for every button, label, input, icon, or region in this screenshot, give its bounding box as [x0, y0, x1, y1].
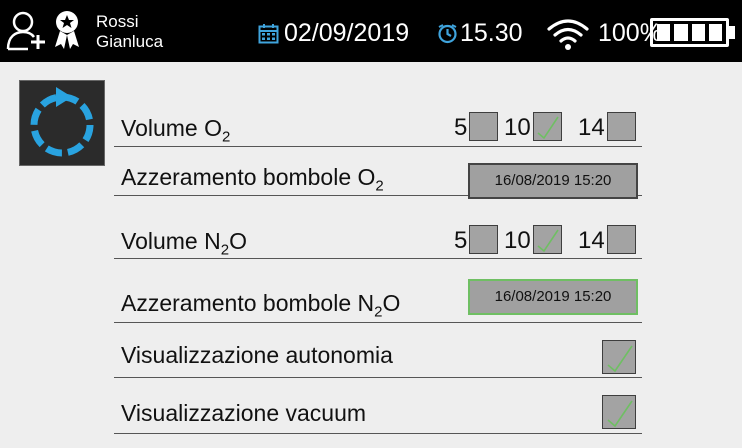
show-vacuum-row: Visualizzazione vacuum [114, 378, 642, 434]
clock-icon [438, 24, 457, 44]
battery-cap [729, 26, 735, 39]
wifi-icon [547, 19, 589, 50]
battery-icon [650, 18, 729, 47]
volume-o2-option-10-label: 10 [504, 114, 531, 141]
volume-o2-row: Volume O2 5 10 14 [114, 98, 642, 147]
check-icon [537, 116, 559, 140]
reset-o2-row: Azzeramento bombole O2 16/08/2019 15:20 [114, 147, 642, 199]
volume-o2-label: Volume O2 [121, 115, 231, 146]
status-date: 02/09/2019 [284, 19, 410, 47]
calendar-icon [258, 24, 279, 44]
refresh-icon [30, 87, 94, 157]
volume-n2o-checkbox-5[interactable] [469, 225, 498, 254]
volume-o2-checkbox-5[interactable] [469, 112, 498, 141]
volume-n2o-option-10-label: 10 [504, 227, 531, 254]
volume-o2-option-5-label: 5 [454, 114, 468, 141]
user-first-name: Rossi [96, 12, 139, 31]
status-bar: Rossi Gianluca 02/09/2019 15.30 100% [0, 0, 742, 62]
volume-n2o-checkbox-14[interactable] [607, 225, 636, 254]
volume-n2o-row: Volume N2O 5 10 14 [114, 196, 642, 259]
check-icon [607, 345, 633, 373]
volume-n2o-option-14-label: 14 [578, 227, 605, 254]
reset-n2o-datetime-field[interactable]: 16/08/2019 15:20 [468, 279, 638, 315]
volume-o2-option-14-label: 14 [578, 114, 605, 141]
volume-n2o-label: Volume N2O [121, 228, 247, 259]
status-time: 15.30 [460, 19, 523, 47]
show-autonomy-row: Visualizzazione autonomia [114, 323, 642, 378]
reset-o2-label: Azzeramento bombole O2 [121, 164, 384, 195]
volume-o2-checkbox-10[interactable] [533, 112, 562, 141]
reset-n2o-label: Azzeramento bombole N2O [121, 290, 401, 321]
award-icon [55, 11, 79, 49]
check-icon [607, 400, 633, 428]
volume-o2-checkbox-14[interactable] [607, 112, 636, 141]
refresh-button[interactable] [19, 80, 105, 166]
user-add-icon[interactable] [6, 9, 50, 53]
show-vacuum-label: Visualizzazione vacuum [121, 400, 367, 426]
reset-o2-datetime-field[interactable]: 16/08/2019 15:20 [468, 163, 638, 199]
show-autonomy-label: Visualizzazione autonomia [121, 342, 393, 368]
show-autonomy-checkbox[interactable] [602, 340, 636, 374]
check-icon [537, 229, 559, 253]
volume-n2o-option-5-label: 5 [454, 227, 468, 254]
volume-n2o-checkbox-10[interactable] [533, 225, 562, 254]
user-last-name: Gianluca [96, 32, 164, 51]
show-vacuum-checkbox[interactable] [602, 395, 636, 429]
reset-n2o-row: Azzeramento bombole N2O 16/08/2019 15:20 [114, 259, 642, 323]
